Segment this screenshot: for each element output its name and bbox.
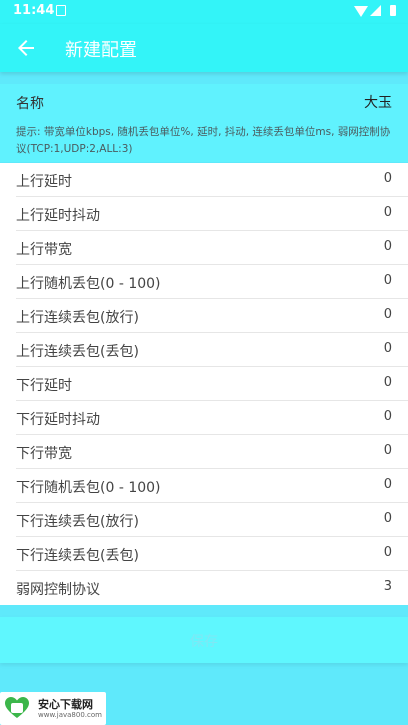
setting-row-uplink-burst-drop[interactable]: 上行连续丢包(丢包) 0 [16, 333, 408, 367]
setting-row-uplink-burst-pass[interactable]: 上行连续丢包(放行) 0 [16, 299, 408, 333]
setting-label: 下行延时抖动 [16, 412, 100, 428]
name-field[interactable]: 名称 大玉 [0, 84, 408, 120]
setting-row-uplink-jitter[interactable]: 上行延时抖动 0 [16, 197, 408, 231]
setting-label: 上行连续丢包(放行) [16, 310, 139, 326]
setting-label: 上行带宽 [16, 242, 72, 258]
name-value[interactable]: 大玉 [364, 92, 392, 112]
setting-row-downlink-burst-drop[interactable]: 下行连续丢包(丢包) 0 [16, 537, 408, 571]
page-title: 新建配置 [65, 40, 137, 61]
setting-value[interactable]: 0 [384, 205, 392, 220]
setting-label: 上行随机丢包(0 - 100) [16, 276, 161, 292]
setting-value[interactable]: 0 [384, 545, 392, 560]
setting-row-downlink-jitter[interactable]: 下行延时抖动 0 [16, 401, 408, 435]
status-time: 11:44 [13, 3, 55, 18]
setting-label: 上行延时抖动 [16, 208, 100, 224]
setting-row-downlink-random-loss[interactable]: 下行随机丢包(0 - 100) 0 [16, 469, 408, 503]
watermark-title: 安心下载网 [38, 698, 93, 711]
setting-label: 上行连续丢包(丢包) [16, 344, 139, 360]
battery-icon [390, 5, 396, 16]
setting-value[interactable]: 0 [384, 341, 392, 356]
setting-row-uplink-delay[interactable]: 上行延时 0 [16, 163, 408, 197]
watermark: 安心下载网 www.java800.com [0, 692, 106, 725]
setting-label: 下行连续丢包(放行) [16, 514, 139, 530]
setting-label: 上行延时 [16, 174, 72, 190]
setting-row-uplink-random-loss[interactable]: 上行随机丢包(0 - 100) 0 [16, 265, 408, 299]
app-bar: 新建配置 [0, 24, 408, 72]
setting-value[interactable]: 0 [384, 477, 392, 492]
setting-value[interactable]: 0 [384, 511, 392, 526]
setting-value[interactable]: 3 [384, 579, 392, 594]
setting-value[interactable]: 0 [384, 307, 392, 322]
setting-value[interactable]: 0 [384, 171, 392, 186]
setting-label: 弱网控制协议 [16, 582, 100, 598]
setting-label: 下行随机丢包(0 - 100) [16, 480, 161, 496]
hint-text: 提示: 带宽单位kbps, 随机丢包单位%, 延时, 抖动, 连续丢包单位ms,… [0, 120, 408, 162]
setting-value[interactable]: 0 [384, 409, 392, 424]
setting-row-protocol[interactable]: 弱网控制协议 3 [16, 571, 408, 605]
arrow-left-icon[interactable] [14, 36, 38, 60]
setting-row-downlink-delay[interactable]: 下行延时 0 [16, 367, 408, 401]
name-label: 名称 [16, 96, 44, 112]
setting-label: 下行带宽 [16, 446, 72, 462]
setting-label: 下行连续丢包(丢包) [16, 548, 139, 564]
setting-row-uplink-bandwidth[interactable]: 上行带宽 0 [16, 231, 408, 265]
setting-value[interactable]: 0 [384, 375, 392, 390]
save-button[interactable]: 保存 [0, 617, 408, 663]
status-bar: 11:44 [0, 0, 408, 24]
setting-value[interactable]: 0 [384, 443, 392, 458]
watermark-url: www.java800.com [38, 711, 102, 719]
wifi-icon [354, 6, 368, 17]
setting-value[interactable]: 0 [384, 239, 392, 254]
setting-row-downlink-bandwidth[interactable]: 下行带宽 0 [16, 435, 408, 469]
signal-icon [370, 5, 381, 16]
setting-value[interactable]: 0 [384, 273, 392, 288]
heart-logo-icon [5, 697, 29, 718]
save-button-label: 保存 [190, 634, 218, 650]
setting-label: 下行延时 [16, 378, 72, 394]
notification-icon [56, 5, 66, 16]
setting-row-downlink-burst-pass[interactable]: 下行连续丢包(放行) 0 [16, 503, 408, 537]
settings-list: 上行延时 0 上行延时抖动 0 上行带宽 0 上行随机丢包(0 - 100) 0… [0, 163, 408, 605]
